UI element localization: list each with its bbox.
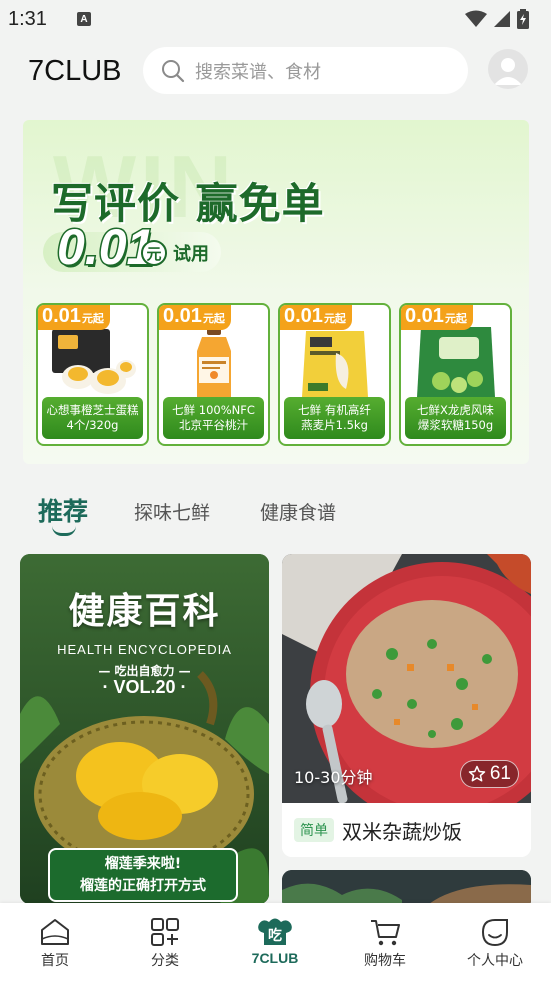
banner-trial-label: 试用	[173, 244, 209, 265]
banner-price-unit: 元	[141, 240, 167, 266]
card-subtitle-en: HEALTH ENCYCLOPEDIA	[57, 642, 232, 657]
tab-recommend[interactable]: 推荐	[38, 492, 88, 528]
brand-logo: 7CLUB	[28, 55, 122, 87]
cart-icon	[371, 920, 400, 946]
chef-hat-icon: 吃	[256, 917, 294, 947]
cake-product-image	[52, 329, 136, 394]
search-input[interactable]: 搜索菜谱、食材	[143, 47, 468, 94]
banner-product-card[interactable]: 0.01 元起 心想事橙芝士蛋糕 4个/320g	[36, 303, 149, 446]
product-caption: 心想事橙芝士蛋糕 4个/320g	[42, 397, 143, 439]
tab-active-indicator	[52, 526, 76, 536]
bottom-nav: 首页 分类 吃 7CLUB 购物车 个人中心	[0, 903, 551, 981]
banner-product-card[interactable]: 0.01 元起 七鲜 100%NFC 北京平谷桃汁	[157, 303, 270, 446]
juice-bottle-image	[197, 325, 231, 397]
health-encyclopedia-card[interactable]: 健康百科 HEALTH ENCYCLOPEDIA — 吃出自愈力 — · VOL…	[20, 554, 269, 904]
card-badge: 榴莲季来啦! 榴莲的正确打开方式	[48, 848, 238, 902]
feed-tabs: 推荐 探味七鲜 健康食谱	[0, 490, 551, 540]
price-tag: 0.01 元起	[38, 305, 110, 330]
search-icon	[162, 59, 185, 82]
star-icon	[468, 765, 486, 782]
tab-healthy-recipes[interactable]: 健康食谱	[260, 498, 336, 525]
profile-icon	[481, 919, 508, 947]
home-icon	[41, 919, 69, 945]
category-grid-icon	[151, 918, 179, 946]
status-icons	[465, 9, 529, 29]
signal-icon	[494, 11, 510, 27]
banner-product-card[interactable]: 0.01 元起 七鲜 有机高纤 燕麦片1.5kg	[278, 303, 391, 446]
search-placeholder: 搜索菜谱、食材	[195, 61, 321, 83]
nav-profile[interactable]: 个人中心	[445, 917, 545, 970]
status-time: 1:31	[8, 7, 47, 30]
oat-bag-image	[302, 331, 368, 397]
promo-banner[interactable]: WIN 写评价 赢免单 0.01 元 试用 0.01 元起 心想事橙芝士蛋糕 4…	[23, 120, 529, 464]
recipe-name: 双米杂蔬炒饭	[342, 819, 462, 844]
header: 7CLUB 搜索菜谱、食材	[0, 45, 551, 97]
card-volume: · VOL.20 ·	[102, 677, 187, 697]
user-avatar-icon	[494, 58, 522, 85]
banner-price: 0.01	[55, 218, 155, 277]
product-caption: 七鲜 有机高纤 燕麦片1.5kg	[284, 397, 385, 439]
recipe-rating[interactable]: 61	[459, 760, 519, 788]
wifi-icon	[465, 10, 487, 27]
price-tag: 0.01 元起	[159, 305, 231, 330]
card-title: 健康百科	[68, 591, 221, 632]
recipe-info: 简单 双米杂蔬炒饭	[282, 803, 531, 857]
nav-cart[interactable]: 购物车	[335, 917, 435, 970]
recipe-cook-time: 10-30分钟	[294, 768, 373, 787]
battery-icon	[517, 9, 529, 29]
status-bar: 1:31 A	[0, 0, 551, 38]
notification-icon: A	[76, 12, 91, 26]
candy-bag-image	[417, 327, 495, 397]
price-tag: 0.01 元起	[401, 305, 473, 330]
difficulty-badge: 简单	[294, 818, 334, 842]
nav-7club[interactable]: 吃 7CLUB	[225, 917, 325, 966]
nav-home[interactable]: 首页	[5, 917, 105, 970]
product-caption: 七鲜X龙虎风味 爆浆软糖150g	[405, 397, 506, 439]
tab-explore-7fresh[interactable]: 探味七鲜	[134, 498, 210, 525]
price-tag: 0.01 元起	[280, 305, 352, 330]
avatar[interactable]	[488, 49, 528, 89]
product-caption: 七鲜 100%NFC 北京平谷桃汁	[163, 397, 264, 439]
recipe-card[interactable]: 10-30分钟 61 简单 双米杂蔬炒饭	[282, 554, 531, 857]
banner-product-card[interactable]: 0.01 元起 七鲜X龙虎风味 爆浆软糖150g	[399, 303, 512, 446]
nav-category[interactable]: 分类	[115, 917, 215, 970]
